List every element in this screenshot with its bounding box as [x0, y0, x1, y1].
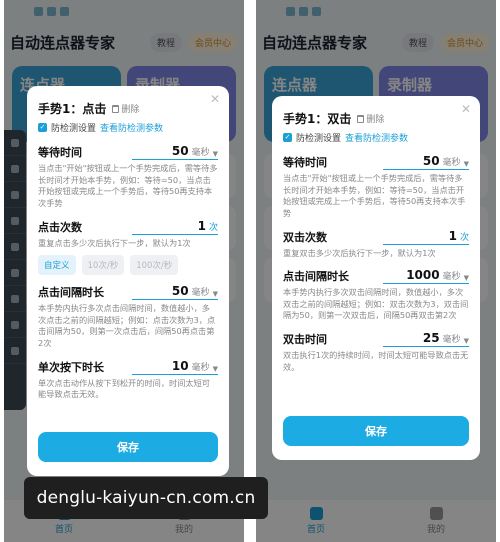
wait-time-section: 等待时间 50 毫秒 ▼ 当点击"开始"按钮或上一个手势完成后，需等待多长时间才… [283, 154, 469, 218]
click-interval-input[interactable]: 1000 毫秒 ▼ [383, 268, 469, 285]
click-interval-input[interactable]: 50 毫秒 ▼ [132, 284, 218, 301]
close-icon[interactable]: ✕ [210, 92, 220, 106]
click-interval-section: 点击间隔时长 50 毫秒 ▼ 本手势内执行多次点击间隔时间，数值越小，多次点击之… [38, 284, 218, 349]
double-click-gesture-dialog: 手势1：双击 删除 ✕ ✓ 防检测设置 查看防检测参数 等待时间 50 毫秒 ▼… [272, 96, 480, 460]
delete-button[interactable]: 删除 [357, 112, 384, 125]
press-duration-section: 单次按下时长 10 毫秒 ▼ 单次点击动作从按下到松开的时间，时间太短可能导致点… [38, 358, 218, 400]
trash-icon [357, 114, 365, 123]
save-button[interactable]: 保存 [38, 432, 218, 462]
wait-time-input[interactable]: 50 毫秒 ▼ [132, 144, 218, 160]
dialog-title: 手势1：双击 [283, 112, 352, 126]
wait-time-section: 等待时间 50 毫秒 ▼ 当点击"开始"按钮或上一个手势完成后，需等待多长时间才… [38, 144, 218, 208]
dialog-title: 手势1：点击 [38, 102, 107, 116]
trash-icon [112, 104, 120, 113]
caret-down-icon[interactable]: ▼ [213, 365, 218, 373]
caret-down-icon[interactable]: ▼ [464, 160, 469, 168]
press-duration-input[interactable]: 10 毫秒 ▼ [132, 359, 218, 375]
caret-down-icon[interactable]: ▼ [464, 274, 469, 282]
double-click-time-section: 双击时间 25 毫秒 ▼ 双击执行1次的持续时间，时间太短可能导致点击无效。 [283, 331, 469, 372]
caret-down-icon[interactable]: ▼ [464, 337, 469, 345]
wait-time-input[interactable]: 50 毫秒 ▼ [383, 154, 469, 170]
click-count-input[interactable]: 1 次 [132, 219, 218, 235]
click-interval-section: 点击间隔时长 1000 毫秒 ▼ 本手势内执行多次双击间隔时间，数值越小，多次双… [283, 268, 469, 321]
click-gesture-dialog: 手势1：点击 删除 ✕ ✓ 防检测设置 查看防检测参数 等待时间 50 毫秒 ▼… [27, 86, 229, 476]
caret-down-icon[interactable]: ▼ [213, 290, 218, 298]
anti-detect-link[interactable]: 查看防检测参数 [100, 121, 163, 134]
delete-button[interactable]: 删除 [112, 102, 139, 115]
chip-10-per-sec[interactable]: 10次/秒 [81, 255, 125, 276]
anti-detect-checkbox[interactable]: ✓ [283, 133, 292, 142]
watermark-text: denglu-kaiyun-cn.com.cn [24, 477, 268, 519]
chip-custom[interactable]: 自定义 [38, 255, 76, 276]
chip-100-per-sec[interactable]: 100次/秒 [130, 255, 179, 276]
save-button[interactable]: 保存 [283, 416, 469, 446]
anti-detect-link[interactable]: 查看防检测参数 [345, 131, 408, 144]
caret-down-icon[interactable]: ▼ [213, 150, 218, 158]
anti-detect-checkbox[interactable]: ✓ [38, 123, 47, 132]
left-screen: 自动连点器专家 教程 会员中心 连点器 录制器 首页 我的 手势1：点击 删除 … [4, 0, 244, 542]
double-click-count-section: 双击次数 1 次 重复双击多少次后执行下一步，默认为1次 [283, 228, 469, 258]
right-screen: 自动连点器专家 教程 会员中心 连点器 录制器 首页 我的 手势1：双击 删除 … [256, 0, 496, 542]
double-click-time-input[interactable]: 25 毫秒 ▼ [383, 331, 469, 348]
click-count-section: 点击次数 1 次 重复点击多少次后执行下一步，默认为1次 自定义 10次/秒 1… [38, 219, 218, 276]
close-icon[interactable]: ✕ [461, 102, 471, 116]
double-click-count-input[interactable]: 1 次 [383, 229, 469, 245]
